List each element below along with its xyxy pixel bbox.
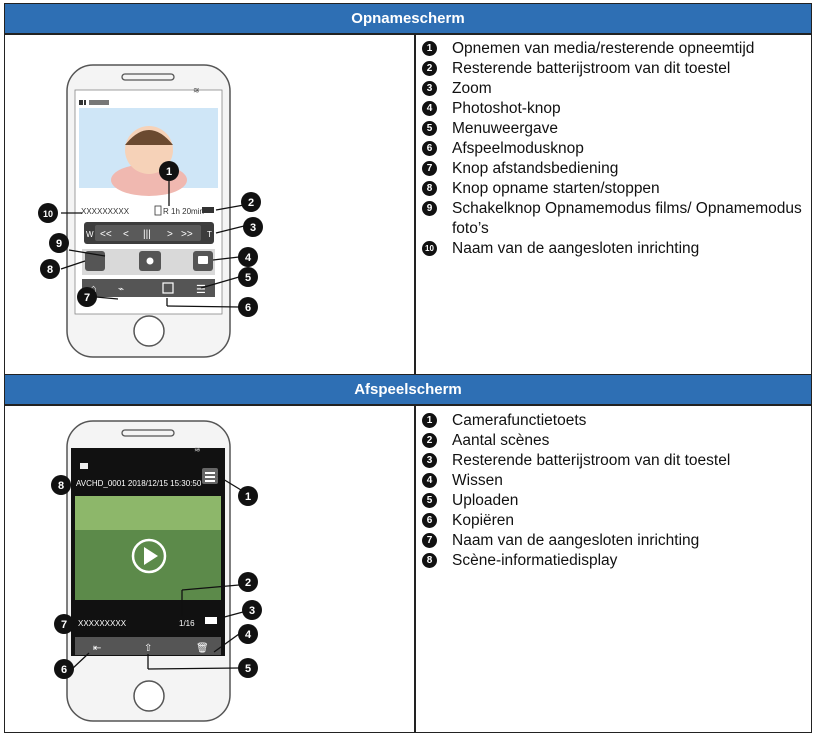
movie-camera-icon — [80, 463, 88, 469]
list-item: 8 Scène-informatiedisplay — [420, 551, 730, 571]
list-item: 1 Camerafunctietoets — [420, 411, 730, 431]
playback-screen-illustration: ≋ AVCHD_0001 2018/12/15 15:30:50 1/16 XX… — [51, 420, 262, 722]
list-item: 9 Schakelknop Opnamemodus films/ Opnamemo… — [420, 199, 815, 239]
copy-icon[interactable]: ⇤ — [93, 643, 101, 654]
zoom-tele: T — [207, 230, 212, 239]
svg-text:1: 1 — [245, 491, 251, 503]
list-item: 2 Resterende batterijstroom van dit toest… — [420, 59, 815, 79]
zoom-out[interactable]: < — [123, 229, 129, 240]
svg-text:6: 6 — [245, 302, 251, 314]
list-item: 8 Knop opname starten/stoppen — [420, 179, 815, 199]
svg-text:2: 2 — [245, 577, 251, 589]
list-item: 6 Afspeelmodusknop — [420, 139, 815, 159]
svg-text:5: 5 — [245, 272, 251, 284]
menu-icon[interactable]: ☰ — [196, 284, 206, 296]
zoom-fast-out[interactable]: << — [100, 229, 112, 240]
list-item: 2 Aantal scènes — [420, 431, 730, 451]
delete-icon[interactable]: 🗑 — [196, 642, 209, 654]
list-item: 5 Menuweergave — [420, 119, 815, 139]
list-item: 4 Wissen — [420, 471, 730, 491]
svg-text:3: 3 — [249, 605, 255, 617]
svg-text:4: 4 — [245, 252, 252, 264]
zoom-in[interactable]: > — [167, 229, 173, 240]
list-item: 1 Opnemen van media/resterende opneemtijd — [420, 39, 815, 59]
list-item: 4 Photoshot-knop — [420, 99, 815, 119]
divider — [5, 33, 811, 35]
divider — [414, 405, 416, 732]
wifi-icon: ≋ — [194, 445, 201, 454]
remote-control-icon[interactable]: ⌁ — [118, 284, 124, 295]
device-name: XXXXXXXXX — [81, 207, 130, 216]
section-header-playback: Afspeelscherm — [5, 375, 811, 404]
home-button[interactable] — [133, 315, 165, 347]
scene-info: AVCHD_0001 2018/12/15 15:30:50 — [76, 479, 202, 488]
svg-text:7: 7 — [61, 619, 67, 631]
list-item: 6 Kopiëren — [420, 511, 730, 531]
wifi-icon: ≋ — [193, 86, 200, 95]
battery-icon — [205, 617, 217, 624]
list-item: 3 Resterende batterijstroom van dit toest… — [420, 451, 730, 471]
zoom-fast-in[interactable]: >> — [181, 229, 193, 240]
media-icon — [154, 205, 162, 216]
list-item: 3 Zoom — [420, 79, 815, 99]
list-item: 7 Naam van de aangesloten inrichting — [420, 531, 730, 551]
list-item: 7 Knop afstandsbediening — [420, 159, 815, 179]
svg-text:1: 1 — [166, 166, 172, 178]
svg-text:6: 6 — [61, 664, 67, 676]
home-button[interactable] — [133, 680, 165, 712]
zoom-stop[interactable]: ||| — [143, 229, 151, 240]
svg-text:7: 7 — [84, 292, 90, 304]
upload-icon[interactable]: ⇧ — [144, 643, 152, 654]
battery-icon — [202, 207, 214, 213]
list-item: 10 Naam van de aangesloten inrichting — [420, 239, 815, 259]
list-item: 5 Uploaden — [420, 491, 730, 511]
svg-text:4: 4 — [245, 629, 252, 641]
scene-count: 1/16 — [179, 619, 195, 628]
svg-text:8: 8 — [47, 264, 53, 276]
device-name: XXXXXXXXX — [78, 619, 127, 628]
divider — [5, 404, 811, 406]
svg-text:8: 8 — [58, 480, 64, 492]
section-header-recording: Opnamescherm — [5, 4, 811, 33]
divider — [414, 34, 416, 374]
svg-text:3: 3 — [250, 222, 256, 234]
svg-text:10: 10 — [43, 209, 53, 219]
playback-legend-list: 1 Camerafunctietoets 2 Aantal scènes 3 Rest… — [420, 411, 730, 571]
remaining-time: R 1h 20min — [163, 207, 204, 216]
zoom-wide: W — [86, 230, 94, 239]
svg-text:9: 9 — [56, 238, 62, 250]
recording-screen-illustration: ≋ R 1h 20min XXXXXXXXX W << < ||| > >> T… — [38, 64, 263, 358]
svg-text:5: 5 — [245, 663, 251, 675]
svg-text:2: 2 — [248, 197, 254, 209]
recording-legend-list: 1 Opnemen van media/resterende opneemtijd… — [420, 39, 815, 259]
